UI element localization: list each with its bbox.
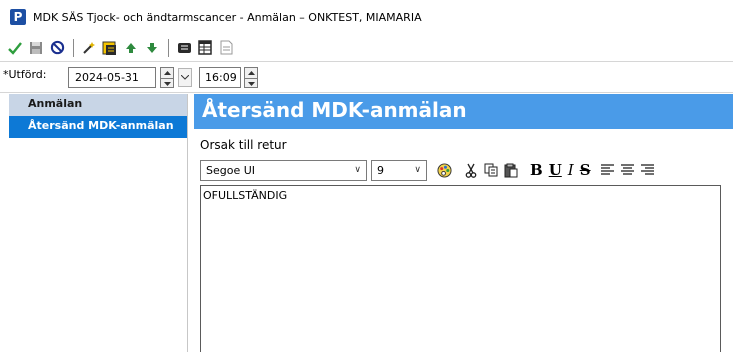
form-highlight-icon[interactable]: [100, 38, 120, 58]
chevron-down-icon: [181, 75, 189, 80]
window-title: MDK SÄS Tjock- och ändtarmscancer - Anmä…: [33, 10, 422, 24]
arrow-down-icon[interactable]: [142, 38, 162, 58]
sidebar: Anmälan Återsänd MDK-anmälan: [9, 94, 188, 352]
table-icon[interactable]: [195, 38, 215, 58]
font-family-value: Segoe UI: [206, 163, 256, 177]
color-palette-icon[interactable]: [437, 160, 452, 180]
cut-icon[interactable]: [464, 160, 478, 180]
app-icon: P: [10, 9, 26, 25]
edit-wand-icon[interactable]: [79, 38, 99, 58]
sidebar-header[interactable]: Anmälan: [9, 94, 187, 116]
title-bar: P MDK SÄS Tjock- och ändtarmscancer - An…: [0, 0, 733, 34]
chevron-down-icon: ∨: [414, 165, 421, 175]
format-toolbar: Segoe UI ∨ 9 ∨ B U I S: [200, 159, 733, 181]
paste-icon[interactable]: [504, 160, 518, 180]
message-icon[interactable]: [174, 38, 194, 58]
main-toolbar: [0, 34, 733, 62]
reason-text-editor[interactable]: OFULLSTÄNDIG: [200, 185, 721, 352]
date-spinner[interactable]: [160, 67, 174, 88]
spin-up-icon[interactable]: [161, 68, 173, 78]
underline-button[interactable]: U: [549, 160, 562, 180]
date-row: *Utförd: 2024-05-31 16:09: [0, 63, 733, 93]
toolbar-separator: [168, 38, 169, 57]
font-family-select[interactable]: Segoe UI ∨: [200, 159, 367, 181]
app-window: P MDK SÄS Tjock- och ändtarmscancer - An…: [0, 0, 733, 352]
time-field[interactable]: 16:09: [199, 67, 241, 88]
time-spinner[interactable]: [244, 67, 258, 88]
spin-down-icon[interactable]: [161, 78, 173, 88]
align-left-icon[interactable]: [601, 160, 615, 180]
main-panel: Återsänd MDK-anmälan Orsak till retur Se…: [188, 94, 733, 352]
checkmark-icon[interactable]: [5, 38, 25, 58]
calendar-dropdown-button[interactable]: [178, 68, 192, 87]
spin-up-icon[interactable]: [245, 68, 257, 78]
document-icon[interactable]: [216, 38, 236, 58]
toolbar-separator: [73, 38, 74, 57]
font-size-select[interactable]: 9 ∨: [371, 159, 427, 181]
sidebar-item-atersand[interactable]: Återsänd MDK-anmälan: [9, 116, 187, 138]
save-icon[interactable]: [26, 38, 46, 58]
date-field[interactable]: 2024-05-31: [68, 67, 156, 88]
chevron-down-icon: ∨: [354, 165, 361, 175]
arrow-up-icon[interactable]: [121, 38, 141, 58]
copy-icon[interactable]: [484, 160, 498, 180]
reason-label: Orsak till retur: [200, 138, 287, 152]
font-size-value: 9: [377, 163, 384, 177]
spin-down-icon[interactable]: [245, 78, 257, 88]
performed-label: *Utförd:: [3, 68, 47, 81]
page-title: Återsänd MDK-anmälan: [194, 94, 733, 129]
bold-button[interactable]: B: [530, 160, 543, 180]
italic-button[interactable]: I: [568, 160, 574, 180]
align-right-icon[interactable]: [641, 160, 655, 180]
align-center-icon[interactable]: [621, 160, 635, 180]
strikethrough-button[interactable]: S: [580, 160, 591, 180]
cancel-icon[interactable]: [47, 38, 67, 58]
